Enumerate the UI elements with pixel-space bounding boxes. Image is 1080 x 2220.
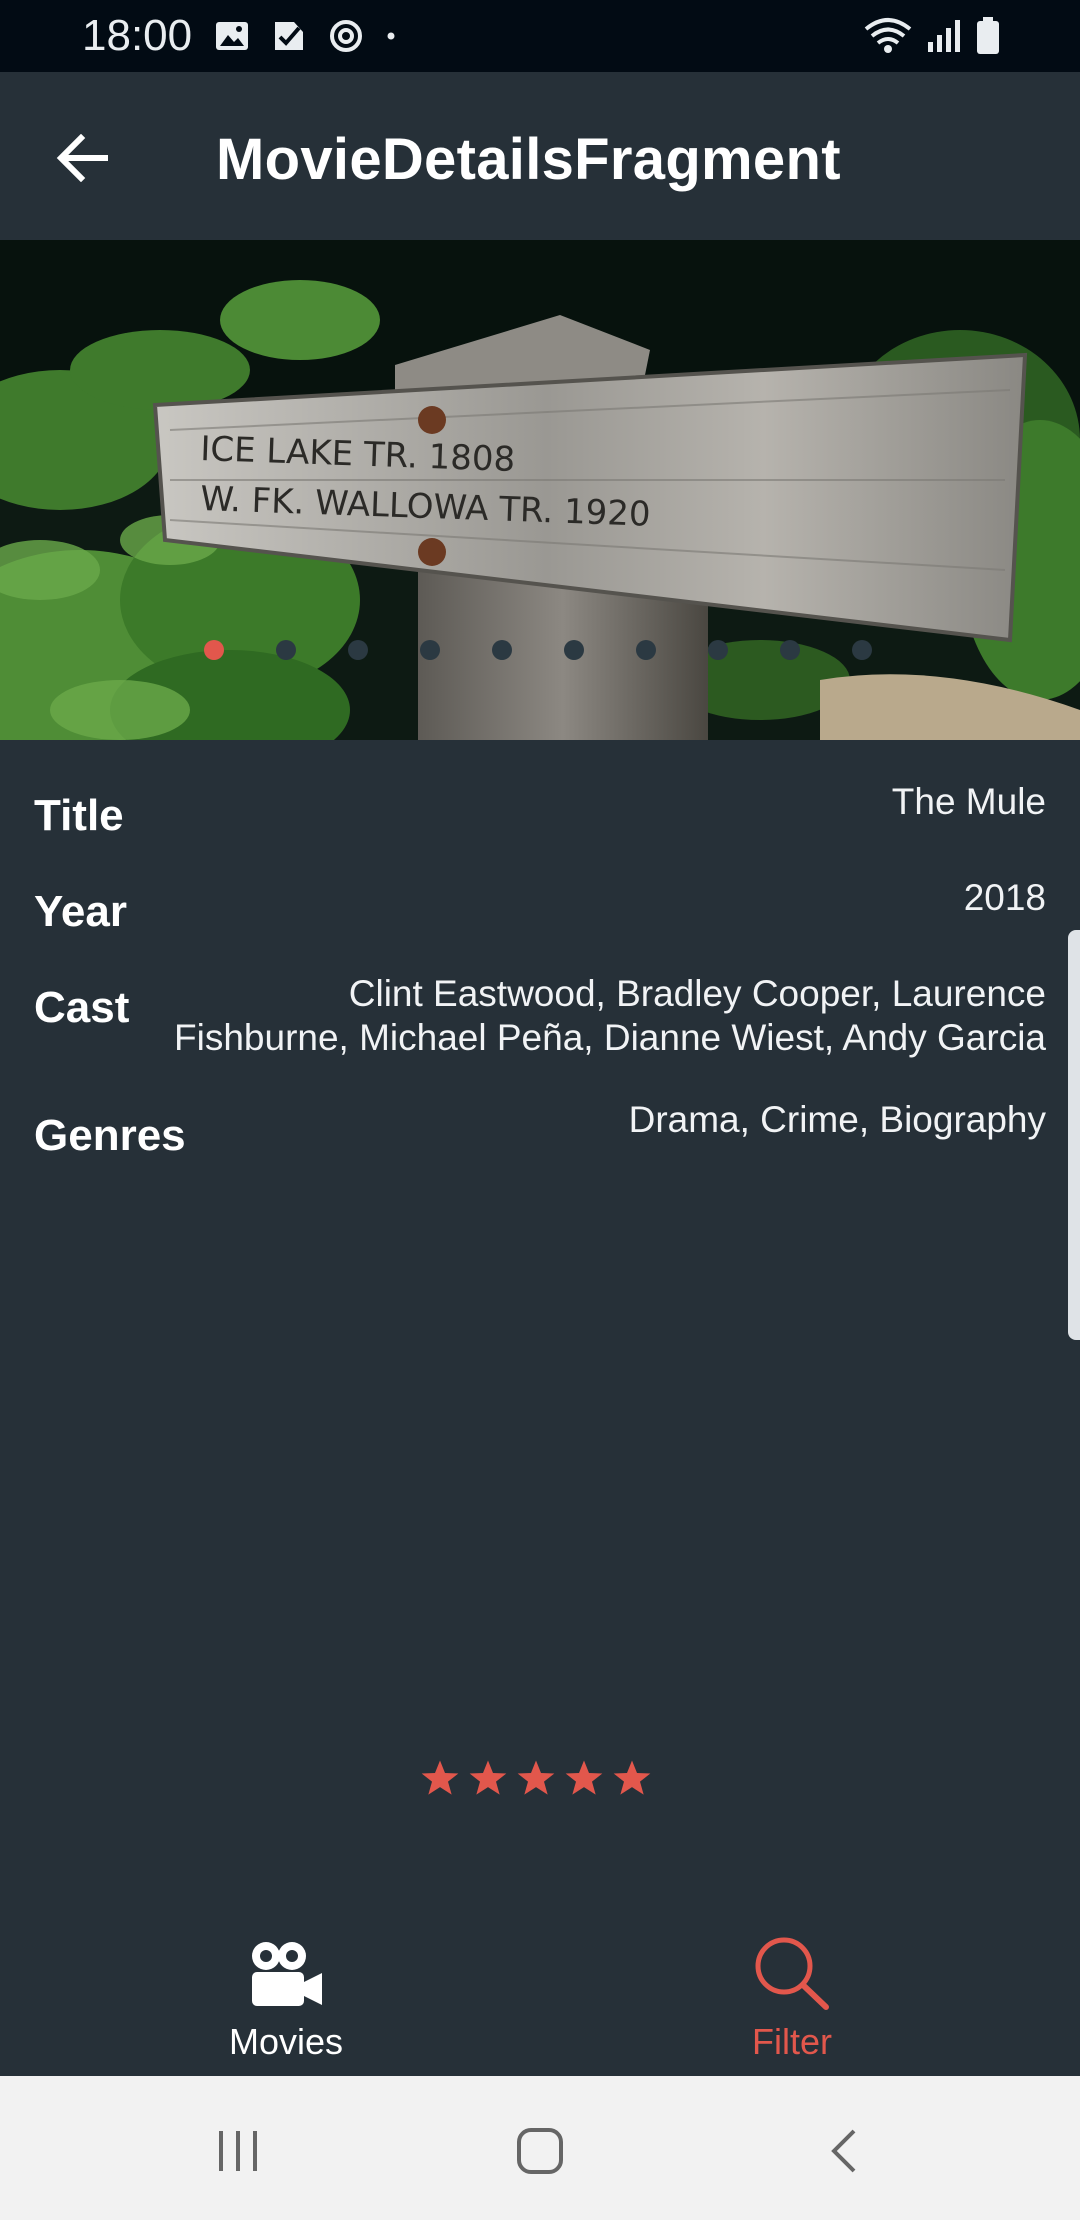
- title-value: The Mule: [891, 781, 1046, 822]
- system-navigation-bar: [0, 2076, 1080, 2220]
- carousel-dot[interactable]: [708, 640, 728, 660]
- carousel-dot[interactable]: [780, 640, 800, 660]
- wifi-icon: [864, 18, 912, 53]
- carousel-dot[interactable]: [276, 640, 296, 660]
- carousel-dot[interactable]: [348, 640, 368, 660]
- star-icon[interactable]: [420, 1758, 460, 1798]
- scrollbar[interactable]: [1068, 930, 1080, 1340]
- home-button[interactable]: [500, 2116, 580, 2186]
- star-icon[interactable]: [468, 1758, 508, 1798]
- nav-label-filter: Filter: [752, 2021, 832, 2062]
- carousel-dot[interactable]: [636, 640, 656, 660]
- genres-value: Drama, Crime, Biography: [628, 1099, 1046, 1140]
- movie-camera-icon: [252, 1942, 322, 2006]
- check-icon: [275, 22, 303, 50]
- year-value: 2018: [963, 877, 1046, 918]
- back-button[interactable]: [44, 120, 120, 196]
- search-icon: [755, 1937, 829, 2010]
- rating-stars[interactable]: [420, 1758, 652, 1798]
- signal-icon: [928, 20, 960, 52]
- nav-item-movies[interactable]: Movies: [156, 1930, 416, 2066]
- status-notification-icons: [214, 16, 396, 56]
- trail-sign-photo: ICE LAKE TR. 1808 W. FK. WALLOWA TR. 192…: [0, 240, 1080, 740]
- arrow-left-icon: [56, 134, 108, 182]
- carousel-dot[interactable]: [492, 640, 512, 660]
- image-carousel[interactable]: ICE LAKE TR. 1808 W. FK. WALLOWA TR. 192…: [0, 240, 1080, 740]
- carousel-dot[interactable]: [852, 640, 872, 660]
- app-bar: MovieDetailsFragment: [0, 72, 1080, 240]
- carousel-dot[interactable]: [564, 640, 584, 660]
- home-icon: [517, 2128, 563, 2174]
- star-icon[interactable]: [516, 1758, 556, 1798]
- carousel-dot[interactable]: [420, 640, 440, 660]
- system-back-button[interactable]: [804, 2116, 884, 2186]
- chevron-left-icon: [831, 2129, 856, 2173]
- nav-label-movies: Movies: [228, 2021, 344, 2062]
- status-bar: 18:00: [0, 0, 1080, 72]
- dot-icon: [387, 32, 395, 40]
- carousel-indicator: [204, 640, 872, 660]
- carousel-dot[interactable]: [204, 640, 224, 660]
- detail-value-title-row: The Mule: [34, 781, 1046, 846]
- bottom-navigation: Movies Filter: [0, 1910, 1080, 2076]
- cast-value: Clint Eastwood, Bradley Cooper, Laurence…: [174, 973, 1046, 1058]
- star-icon[interactable]: [612, 1758, 652, 1798]
- genres-label: Genres: [34, 1111, 186, 1160]
- battery-icon: [977, 17, 999, 54]
- star-icon[interactable]: [564, 1758, 604, 1798]
- nav-item-filter[interactable]: Filter: [662, 1930, 922, 2066]
- year-label: Year: [34, 887, 127, 936]
- status-system-icons: [864, 14, 1000, 58]
- recent-apps-button[interactable]: [198, 2116, 278, 2186]
- page-title: MovieDetailsFragment: [216, 127, 841, 192]
- status-time: 18:00: [82, 11, 193, 60]
- recent-apps-icon: [219, 2131, 257, 2171]
- sync-icon: [330, 20, 362, 52]
- image-icon: [216, 22, 248, 50]
- cast-label: Cast: [34, 983, 130, 1032]
